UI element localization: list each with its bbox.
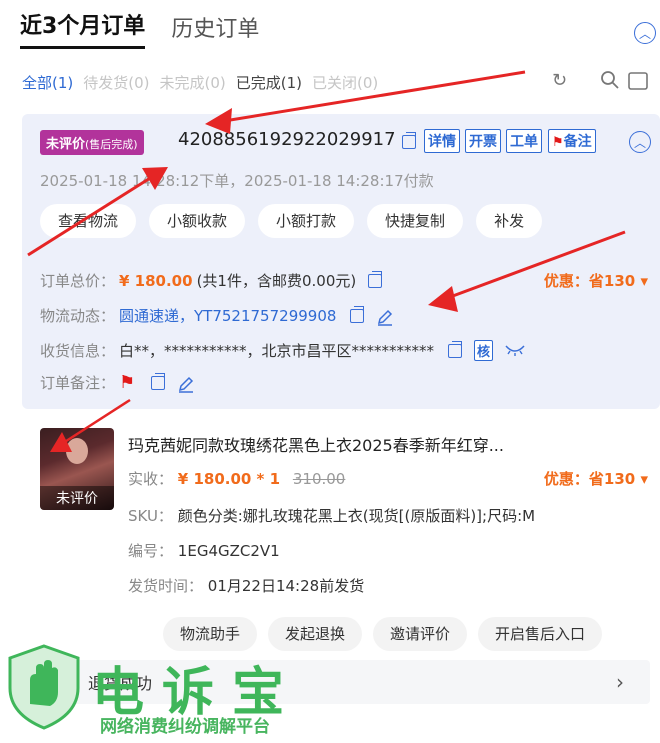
product-actions: 物流助手 发起退换 邀请评价 开启售后入口 (163, 617, 603, 651)
total-label: 订单总价： (40, 272, 116, 290)
chevron-right-icon[interactable]: › (616, 670, 624, 694)
search-icon[interactable] (600, 70, 620, 95)
status-badge-sub: (售后完成) (85, 138, 138, 151)
return-exchange-button[interactable]: 发起退换 (268, 617, 363, 651)
after-sale-entry-button[interactable]: 开启售后入口 (478, 617, 603, 651)
remark-row: 订单备注： ⚑ (40, 372, 194, 393)
product-image[interactable]: 未评价 (40, 428, 114, 510)
copy-icon[interactable] (350, 305, 365, 323)
ticket-button[interactable]: 工单 (506, 129, 542, 153)
collapse-icon[interactable]: ︿ (634, 22, 656, 44)
order-discount[interactable]: 优惠：省130 ▾ (544, 270, 648, 291)
view-logistics-button[interactable]: 查看物流 (40, 204, 137, 238)
small-pay-button[interactable]: 小额打款 (258, 204, 355, 238)
product-model (66, 438, 88, 464)
product-discount[interactable]: 优惠：省130 ▾ (544, 468, 648, 489)
edit-icon[interactable] (177, 375, 194, 393)
logistics-label: 物流动态： (40, 307, 116, 325)
ship-label: 发货时间： (128, 577, 204, 595)
receiver-value: 白**，***********，北京市昌平区*********** (119, 342, 435, 360)
logistics-link[interactable]: 圆通速递，YT7521757299908 (119, 305, 336, 326)
logistics-helper-button[interactable]: 物流助手 (163, 617, 258, 651)
sku-label: SKU： (128, 507, 173, 525)
price-label: 实收： (128, 470, 174, 488)
verify-button[interactable]: 核 (474, 340, 494, 361)
copy-icon[interactable] (151, 372, 166, 390)
remark-button-label: 备注 (563, 134, 592, 150)
original-price: 310.00 (292, 470, 346, 488)
order-number: 4208856192922029917 (178, 129, 396, 150)
order-tabs: 近3个月订单 历史订单 (20, 8, 259, 49)
settings-icon[interactable] (628, 72, 648, 95)
total-price: ¥ 180.00 (119, 271, 193, 290)
refresh-icon[interactable]: ↻ (552, 70, 567, 91)
status-badge: 未评价(售后完成) (40, 130, 144, 155)
filter-closed[interactable]: 已关闭(0) (312, 72, 378, 93)
small-collect-button[interactable]: 小额收款 (149, 204, 246, 238)
order-total-row: 订单总价： ¥ 180.00 (共1件，含邮费0.00元) (40, 270, 383, 291)
tab-history-orders[interactable]: 历史订单 (171, 11, 259, 49)
ship-time-row: 发货时间： 01月22日14:28前发货 (128, 575, 364, 596)
shield-fist-icon (8, 644, 80, 730)
product-price-row: 实收： ¥ 180.00 * 1 310.00 (128, 468, 345, 489)
remark-button[interactable]: ⚑备注 (548, 129, 596, 153)
code-row: 编号： 1EG4GZC2V1 (128, 540, 280, 561)
order-actions: 查看物流 小额收款 小额打款 快捷复制 补发 (40, 204, 543, 238)
receiver-label: 收货信息： (40, 342, 116, 360)
copy-icon[interactable] (448, 340, 463, 358)
filter-all[interactable]: 全部(1) (22, 72, 73, 93)
product-image-label: 未评价 (40, 486, 114, 510)
copy-icon[interactable] (402, 132, 416, 149)
status-badge-label: 未评价 (46, 137, 86, 152)
card-collapse-icon[interactable]: ︿ (629, 131, 651, 153)
logistics-row: 物流动态： 圆通速递，YT7521757299908 (40, 305, 393, 326)
product-title[interactable]: 玛克茜妮同款玫瑰绣花黑色上衣2025春季新年红穿... (128, 432, 504, 456)
edit-icon[interactable] (376, 308, 393, 326)
detail-button[interactable]: 详情 (424, 129, 460, 153)
invoice-button[interactable]: 开票 (465, 129, 501, 153)
filter-incomplete[interactable]: 未完成(0) (160, 72, 226, 93)
sku-value: 颜色分类:娜扎玫瑰花黑上衣(现货[(原版面料)];尺码:M (177, 507, 536, 525)
copy-icon[interactable] (368, 270, 383, 288)
order-card (22, 114, 660, 409)
invite-review-button[interactable]: 邀请评价 (373, 617, 468, 651)
order-times: 2025-01-18 14:28:12下单，2025-01-18 14:28:1… (40, 172, 434, 190)
flag-icon: ⚑ (552, 135, 564, 150)
filter-completed[interactable]: 已完成(1) (236, 72, 302, 93)
watermark-subtitle: 网络消费纠纷调解平台 (100, 717, 270, 737)
flag-icon[interactable]: ⚑ (119, 372, 135, 393)
code-label: 编号： (128, 542, 174, 560)
remark-label: 订单备注： (40, 374, 116, 392)
filter-pending-ship[interactable]: 待发货(0) (83, 72, 149, 93)
reissue-button[interactable]: 补发 (476, 204, 543, 238)
ship-value: 01月22日14:28前发货 (207, 577, 365, 595)
hide-eye-icon[interactable] (505, 342, 525, 360)
sku-row: SKU： 颜色分类:娜扎玫瑰花黑上衣(现货[(原版面料)];尺码:M (128, 505, 535, 526)
receiver-row: 收货信息： 白**，***********，北京市昌平区*********** … (40, 340, 525, 361)
code-value: 1EG4GZC2V1 (177, 542, 280, 560)
quick-copy-button[interactable]: 快捷复制 (367, 204, 464, 238)
status-filters: 全部(1) 待发货(0) 未完成(0) 已完成(1) 已关闭(0) (22, 72, 378, 93)
product-price: ¥ 180.00 * 1 (177, 470, 281, 488)
tab-recent-orders[interactable]: 近3个月订单 (20, 8, 146, 49)
total-detail: (共1件，含邮费0.00元) (196, 272, 357, 290)
